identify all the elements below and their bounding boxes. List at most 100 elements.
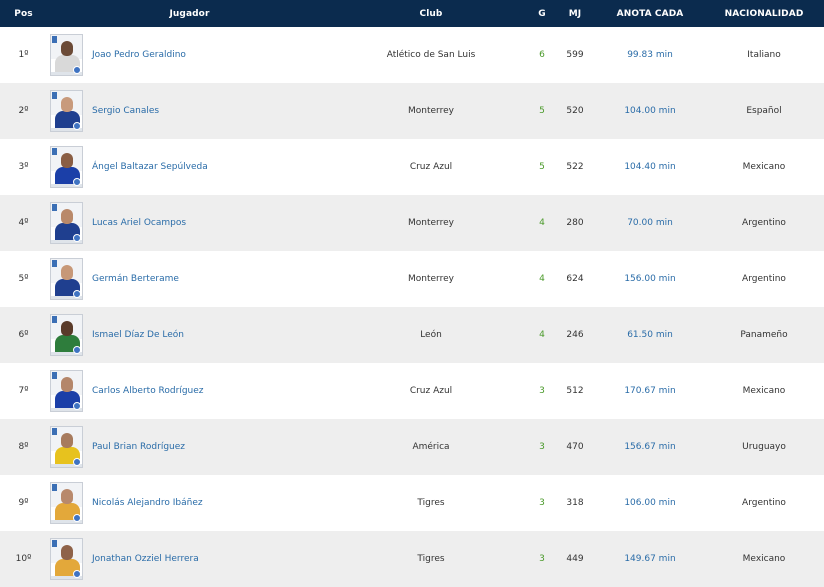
- header-matches: MJ: [568, 8, 582, 19]
- goals-cell: 3: [539, 498, 545, 508]
- nationality-cell: Mexicano: [742, 554, 786, 564]
- flag-icon: [52, 260, 57, 267]
- club-cell: América: [412, 442, 450, 452]
- flag-icon: [52, 484, 57, 491]
- matches-cell: 624: [566, 274, 584, 284]
- club-badge-icon: [73, 122, 81, 130]
- pos-cell: 5º: [18, 274, 29, 284]
- player-photo[interactable]: [50, 426, 83, 468]
- header-goals: G: [538, 8, 546, 19]
- player-cell: Lucas Ariel Ocampos: [47, 195, 332, 251]
- goals-cell: 5: [539, 106, 545, 116]
- player-cell: Joao Pedro Geraldino: [47, 27, 332, 83]
- rate-cell: 106.00 min: [624, 498, 676, 508]
- matches-cell: 246: [566, 330, 584, 340]
- nationality-cell: Panameño: [740, 330, 788, 340]
- rate-cell: 61.50 min: [627, 330, 673, 340]
- pos-cell: 6º: [18, 330, 29, 340]
- header-club: Club: [419, 8, 443, 19]
- player-photo[interactable]: [50, 202, 83, 244]
- header-player: Jugador: [169, 8, 210, 19]
- table-row: 2º Sergio Canales Monterrey 5 520 104.00 min E…: [0, 83, 824, 139]
- matches-cell: 520: [566, 106, 584, 116]
- club-cell: Monterrey: [408, 218, 454, 228]
- goals-cell: 6: [539, 50, 545, 60]
- club-cell: Tigres: [417, 498, 445, 508]
- goals-cell: 3: [539, 386, 545, 396]
- nationality-cell: Uruguayo: [742, 442, 786, 452]
- rate-cell: 156.67 min: [624, 442, 676, 452]
- pos-cell: 1º: [18, 50, 29, 60]
- player-cell: Carlos Alberto Rodríguez: [47, 363, 332, 419]
- player-name-link[interactable]: Lucas Ariel Ocampos: [92, 218, 186, 228]
- matches-cell: 318: [566, 498, 584, 508]
- club-cell: Monterrey: [408, 274, 454, 284]
- player-name-link[interactable]: Sergio Canales: [92, 106, 159, 116]
- matches-cell: 470: [566, 442, 584, 452]
- flag-icon: [52, 36, 57, 43]
- player-photo[interactable]: [50, 370, 83, 412]
- nationality-cell: Argentino: [742, 498, 786, 508]
- club-cell: Atlético de San Luis: [386, 50, 476, 60]
- matches-cell: 449: [566, 554, 584, 564]
- player-name-link[interactable]: Paul Brian Rodríguez: [92, 442, 185, 452]
- table-row: 5º Germán Berterame Monterrey 4 624 156.00 mi…: [0, 251, 824, 307]
- club-cell: Cruz Azul: [409, 162, 453, 172]
- rate-cell: 104.00 min: [624, 106, 676, 116]
- matches-cell: 512: [566, 386, 584, 396]
- player-photo[interactable]: [50, 258, 83, 300]
- player-photo[interactable]: [50, 90, 83, 132]
- matches-cell: 522: [566, 162, 584, 172]
- player-name-link[interactable]: Ángel Baltazar Sepúlveda: [92, 162, 208, 172]
- player-photo[interactable]: [50, 538, 83, 580]
- nationality-cell: Español: [746, 106, 782, 116]
- player-photo[interactable]: [50, 34, 83, 76]
- flag-icon: [52, 148, 57, 155]
- nationality-cell: Argentino: [742, 274, 786, 284]
- player-photo[interactable]: [50, 482, 83, 524]
- player-cell: Ángel Baltazar Sepúlveda: [47, 139, 332, 195]
- rate-cell: 99.83 min: [627, 50, 673, 60]
- flag-icon: [52, 204, 57, 211]
- nationality-cell: Mexicano: [742, 162, 786, 172]
- player-name-link[interactable]: Jonathan Ozziel Herrera: [92, 554, 199, 564]
- nationality-cell: Mexicano: [742, 386, 786, 396]
- player-name-link[interactable]: Germán Berterame: [92, 274, 179, 284]
- club-badge-icon: [73, 178, 81, 186]
- rate-cell: 170.67 min: [624, 386, 676, 396]
- club-badge-icon: [73, 290, 81, 298]
- club-badge-icon: [73, 234, 81, 242]
- header-nationality: NACIONALIDAD: [724, 8, 804, 19]
- table-header-row: Pos Jugador Club G MJ ANOTA CADA NACIONA…: [0, 0, 824, 27]
- goals-cell: 3: [539, 442, 545, 452]
- table-row: 9º Nicolás Alejandro Ibáñez Tigres 3 318 106.…: [0, 475, 824, 531]
- club-badge-icon: [73, 346, 81, 354]
- player-photo[interactable]: [50, 146, 83, 188]
- pos-cell: 4º: [18, 218, 29, 228]
- pos-cell: 2º: [18, 106, 29, 116]
- flag-icon: [52, 92, 57, 99]
- header-pos: Pos: [14, 8, 33, 19]
- flag-icon: [52, 316, 57, 323]
- pos-cell: 3º: [18, 162, 29, 172]
- rate-cell: 149.67 min: [624, 554, 676, 564]
- player-photo[interactable]: [50, 314, 83, 356]
- flag-icon: [52, 540, 57, 547]
- table-row: 7º Carlos Alberto Rodríguez Cruz Azul 3 512 1…: [0, 363, 824, 419]
- player-name-link[interactable]: Ismael Díaz De León: [92, 330, 184, 340]
- player-name-link[interactable]: Carlos Alberto Rodríguez: [92, 386, 204, 396]
- club-badge-icon: [73, 66, 81, 74]
- goals-cell: 4: [539, 274, 545, 284]
- player-cell: Ismael Díaz De León: [47, 307, 332, 363]
- goals-cell: 4: [539, 218, 545, 228]
- table-row: 6º Ismael Díaz De León León 4 246 61.50 min Pa…: [0, 307, 824, 363]
- nationality-cell: Argentino: [742, 218, 786, 228]
- table-row: 8º Paul Brian Rodríguez América 3 470 156.67 …: [0, 419, 824, 475]
- pos-cell: 7º: [18, 386, 29, 396]
- club-badge-icon: [73, 402, 81, 410]
- pos-cell: 8º: [18, 442, 29, 452]
- player-name-link[interactable]: Joao Pedro Geraldino: [92, 50, 186, 60]
- club-badge-icon: [73, 570, 81, 578]
- player-name-link[interactable]: Nicolás Alejandro Ibáñez: [92, 498, 203, 508]
- club-cell: Monterrey: [408, 106, 454, 116]
